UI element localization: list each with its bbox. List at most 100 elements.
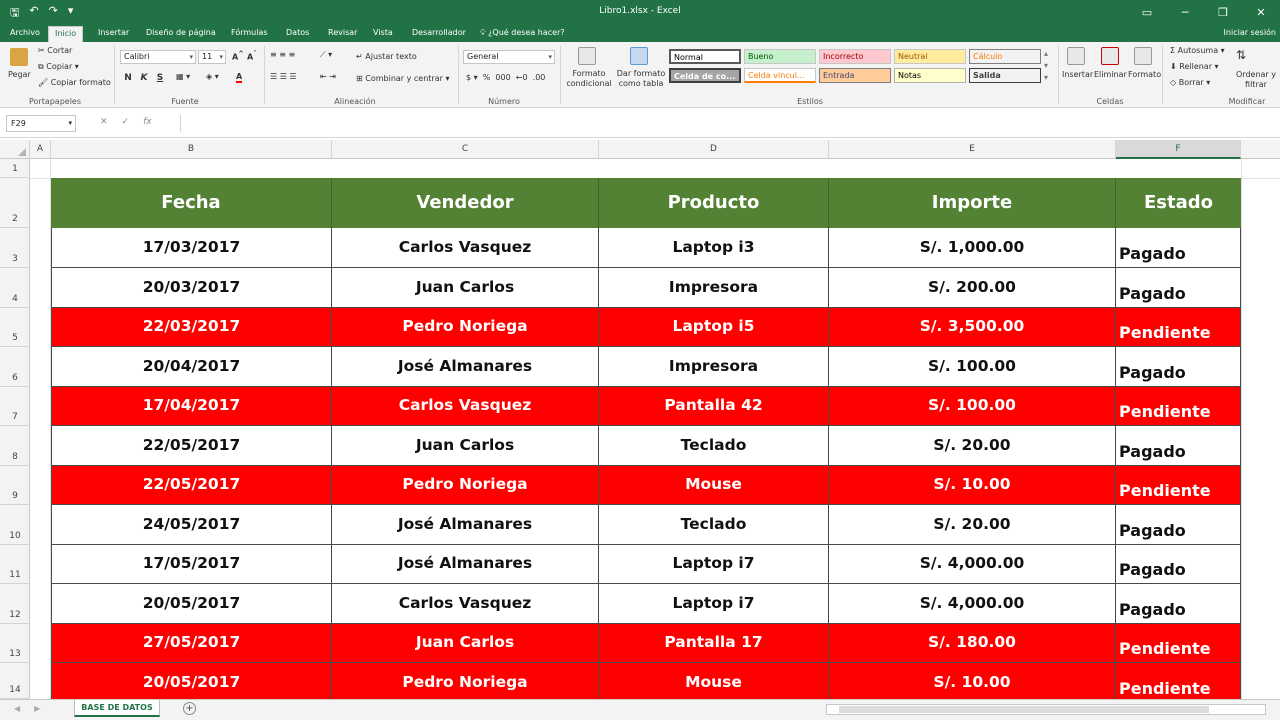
add-sheet-icon[interactable]: + <box>183 702 196 715</box>
cell-estado[interactable]: Pendiente <box>1116 308 1241 347</box>
header-importe[interactable]: Importe <box>829 178 1116 228</box>
conditional-format-button[interactable]: Formato condicional <box>562 69 616 89</box>
autosum-button[interactable]: Σ Autosuma ▾ <box>1170 46 1225 55</box>
format-table-button[interactable]: Dar formato como tabla <box>614 69 668 89</box>
scrollbar-thumb[interactable] <box>839 706 1209 713</box>
cell-fecha[interactable]: 20/04/2017 <box>51 347 332 387</box>
header-vendedor[interactable]: Vendedor <box>332 178 599 228</box>
underline-button[interactable]: S <box>154 72 166 84</box>
delete-cells-icon[interactable] <box>1101 47 1119 65</box>
tab-formulas[interactable]: Fórmulas <box>225 26 274 42</box>
column-header-e[interactable]: E <box>829 140 1116 159</box>
column-header-c[interactable]: C <box>332 140 599 159</box>
cell-fecha[interactable]: 20/05/2017 <box>51 663 332 699</box>
orientation-icon[interactable]: ⟋ ▾ <box>320 50 332 60</box>
row-header[interactable]: 1 <box>0 159 30 178</box>
tab-datos[interactable]: Datos <box>280 26 315 42</box>
cell-importe[interactable]: S/. 4,000.00 <box>829 584 1116 624</box>
style-normal[interactable]: Normal <box>669 49 741 64</box>
borders-icon[interactable]: ▦ ▾ <box>176 72 190 81</box>
indent-icon[interactable]: ⇤ ⇥ <box>320 72 336 81</box>
italic-button[interactable]: K <box>138 72 150 84</box>
row-header[interactable]: 14 <box>0 663 30 699</box>
cell-importe[interactable]: S/. 100.00 <box>829 347 1116 387</box>
cell-vendedor[interactable]: José Almanares <box>332 505 599 545</box>
cell-producto[interactable]: Laptop i7 <box>599 545 829 584</box>
fill-button[interactable]: ⬇ Rellenar ▾ <box>1170 62 1219 71</box>
column-header-f[interactable]: F <box>1116 140 1241 159</box>
column-header-d[interactable]: D <box>599 140 829 159</box>
format-painter-button[interactable]: 🖌︎ Copiar formato <box>38 78 111 87</box>
insert-cells-icon[interactable] <box>1067 47 1085 65</box>
cell-vendedor[interactable]: José Almanares <box>332 347 599 387</box>
wrap-text-button[interactable]: ↵ Ajustar texto <box>356 52 417 61</box>
conditional-format-icon[interactable] <box>578 47 596 65</box>
cell-estado[interactable]: Pagado <box>1116 426 1241 466</box>
cell-vendedor[interactable]: Pedro Noriega <box>332 663 599 699</box>
cell-estado[interactable]: Pagado <box>1116 228 1241 268</box>
row-header[interactable]: 6 <box>0 347 30 387</box>
cell-estado[interactable]: Pendiente <box>1116 466 1241 505</box>
cell-importe[interactable]: S/. 4,000.00 <box>829 545 1116 584</box>
cell-vendedor[interactable]: Pedro Noriega <box>332 466 599 505</box>
delete-cells-button[interactable]: Eliminar <box>1094 70 1127 79</box>
tab-insertar[interactable]: Insertar <box>92 26 135 42</box>
name-box[interactable]: F29 <box>6 115 76 132</box>
header-producto[interactable]: Producto <box>599 178 829 228</box>
cell-vendedor[interactable]: Carlos Vasquez <box>332 228 599 268</box>
merge-center-button[interactable]: ⊞ Combinar y centrar ▾ <box>356 74 449 83</box>
currency-icon[interactable]: $ ▾ % 000 ←0 .00 <box>466 73 545 82</box>
cell-producto[interactable]: Teclado <box>599 505 829 545</box>
row-header[interactable]: 10 <box>0 505 30 545</box>
tell-me-search[interactable]: 💡︎ ¿Qué desea hacer? <box>480 28 565 38</box>
cell-importe[interactable]: S/. 200.00 <box>829 268 1116 308</box>
bold-button[interactable]: N <box>122 72 134 84</box>
row-header[interactable]: 4 <box>0 268 30 308</box>
font-color-icon[interactable]: A <box>236 72 243 83</box>
ribbon-options-icon[interactable]: ▭ <box>1128 0 1166 24</box>
cell-producto[interactable]: Pantalla 42 <box>599 387 829 426</box>
cell-estado[interactable]: Pendiente <box>1116 663 1241 699</box>
header-fecha[interactable]: Fecha <box>51 178 332 228</box>
fill-color-icon[interactable]: ◈ ▾ <box>206 72 219 81</box>
sort-filter-button[interactable]: Ordenar y filtrar <box>1234 70 1278 90</box>
style-entrada[interactable]: Entrada <box>819 68 891 83</box>
cell-estado[interactable]: Pendiente <box>1116 624 1241 663</box>
cell-fecha[interactable]: 27/05/2017 <box>51 624 332 663</box>
cell-estado[interactable]: Pagado <box>1116 584 1241 624</box>
align-left-icon[interactable]: ☰ ☰ ☰ <box>270 72 297 81</box>
cell-importe[interactable]: S/. 10.00 <box>829 466 1116 505</box>
cell-estado[interactable]: Pagado <box>1116 347 1241 387</box>
cell-importe[interactable]: S/. 20.00 <box>829 426 1116 466</box>
sheet-tab-base-de-datos[interactable]: BASE DE DATOS <box>74 700 160 717</box>
paste-icon[interactable] <box>10 48 28 66</box>
tab-vista[interactable]: Vista <box>367 26 399 42</box>
cell-importe[interactable]: S/. 10.00 <box>829 663 1116 699</box>
tab-revisar[interactable]: Revisar <box>322 26 363 42</box>
font-name-combo[interactable]: Calibri <box>120 50 196 64</box>
cell-importe[interactable]: S/. 180.00 <box>829 624 1116 663</box>
number-format-combo[interactable]: General <box>463 50 555 64</box>
cell-importe[interactable]: S/. 100.00 <box>829 387 1116 426</box>
formula-input[interactable] <box>180 115 1274 132</box>
row-header[interactable]: 11 <box>0 545 30 584</box>
cell-estado[interactable]: Pagado <box>1116 505 1241 545</box>
cell-vendedor[interactable]: Juan Carlos <box>332 268 599 308</box>
cell-vendedor[interactable]: José Almanares <box>332 545 599 584</box>
clear-button[interactable]: ◇ Borrar ▾ <box>1170 78 1210 87</box>
font-size-combo[interactable]: 11 <box>198 50 226 64</box>
cell-vendedor[interactable]: Pedro Noriega <box>332 308 599 347</box>
cell-vendedor[interactable]: Juan Carlos <box>332 624 599 663</box>
tab-desarrollador[interactable]: Desarrollador <box>406 26 472 42</box>
cell-fecha[interactable]: 17/04/2017 <box>51 387 332 426</box>
cell-fecha[interactable]: 17/05/2017 <box>51 545 332 584</box>
cell-estado[interactable]: Pagado <box>1116 545 1241 584</box>
sort-filter-icon[interactable]: ⇅ <box>1236 48 1246 62</box>
cell-fecha[interactable]: 17/03/2017 <box>51 228 332 268</box>
cell-producto[interactable]: Laptop i3 <box>599 228 829 268</box>
maximize-icon[interactable]: ❐ <box>1204 0 1242 24</box>
cell-producto[interactable]: Laptop i5 <box>599 308 829 347</box>
row-header[interactable]: 2 <box>0 178 30 228</box>
cell-importe[interactable]: S/. 20.00 <box>829 505 1116 545</box>
enter-icon[interactable]: ✓ <box>122 117 130 127</box>
